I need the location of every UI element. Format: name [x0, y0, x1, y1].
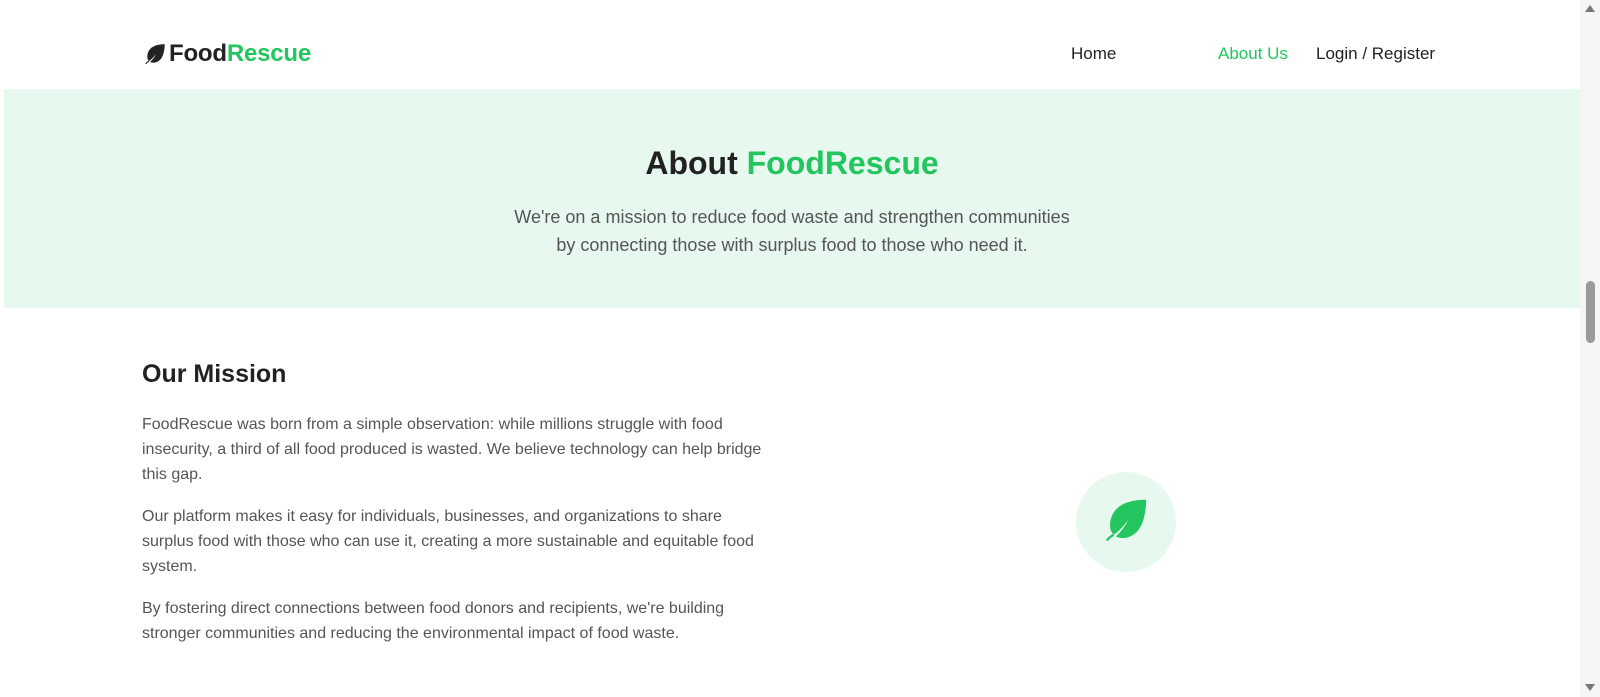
hero-subtitle-line1: We're on a mission to reduce food waste …: [514, 207, 1070, 227]
mission-heading: Our Mission: [142, 360, 287, 388]
nav-home-link[interactable]: Home: [1071, 44, 1116, 64]
hero-subtitle-line2: by connecting those with surplus food to…: [556, 235, 1028, 255]
leaf-icon: [1099, 493, 1153, 552]
brand-name-part1: Food: [169, 40, 227, 67]
brand-name-part2: Rescue: [226, 40, 312, 67]
page-viewport: Food Rescue Home About Us Login / Registe…: [4, 0, 1580, 697]
vertical-scrollbar[interactable]: [1580, 0, 1600, 697]
mission-paragraph: By fostering direct connections between …: [142, 600, 725, 642]
leaf-icon: [142, 41, 168, 67]
scroll-down-arrow-icon[interactable]: [1585, 684, 1595, 691]
mission-paragraph: FoodRescue was born from a simple observ…: [142, 416, 762, 483]
hero-title: About FoodRescue: [4, 145, 1580, 182]
scroll-up-arrow-icon[interactable]: [1585, 5, 1595, 12]
hero-title-accent: FoodRescue: [746, 145, 939, 181]
scrollbar-thumb[interactable]: [1586, 281, 1595, 343]
about-hero: About FoodRescue We're on a mission to r…: [4, 89, 1580, 308]
brand-logo-link[interactable]: Food Rescue: [142, 40, 311, 68]
site-header: Food Rescue Home About Us Login / Registe…: [4, 0, 1580, 89]
mission-paragraph: Our platform makes it easy for individua…: [142, 508, 754, 575]
mission-badge: [1076, 472, 1176, 572]
hero-title-prefix: About: [645, 145, 738, 181]
nav-login-register-link[interactable]: Login / Register: [1316, 44, 1435, 64]
hero-subtitle: We're on a mission to reduce food waste …: [4, 203, 1580, 259]
nav-about-link[interactable]: About Us: [1218, 44, 1288, 64]
